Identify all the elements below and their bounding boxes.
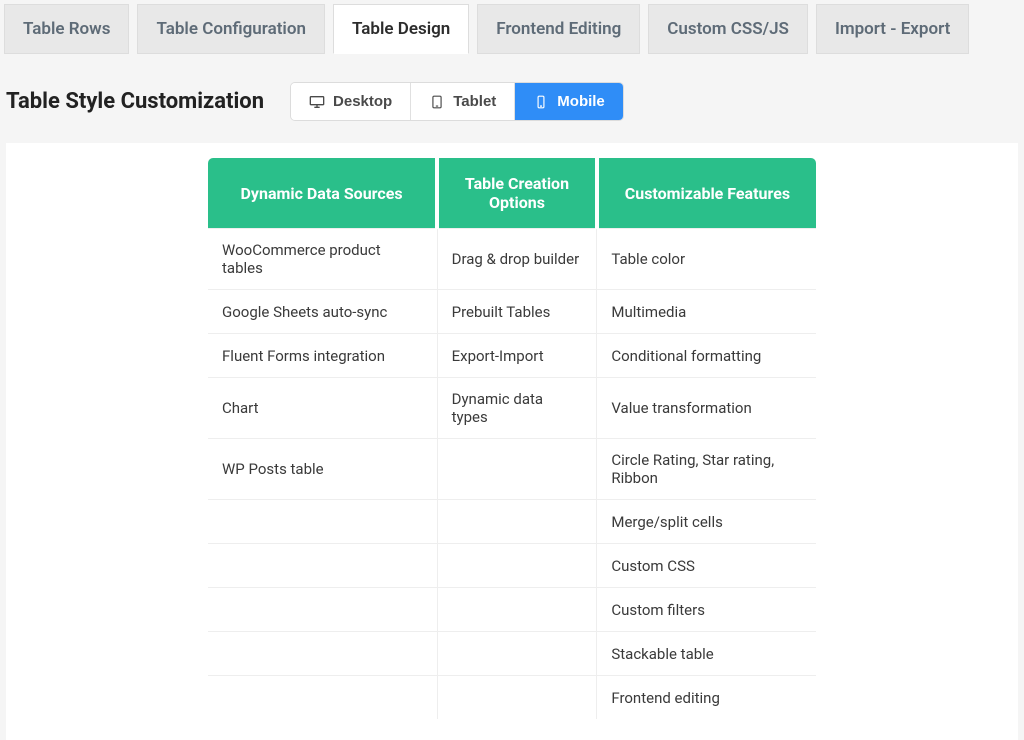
table-cell xyxy=(208,544,438,588)
device-tablet-button[interactable]: Tablet xyxy=(411,83,515,120)
device-label: Mobile xyxy=(557,93,605,110)
page-title: Table Style Customization xyxy=(6,89,264,114)
tab-table-rows[interactable]: Table Rows xyxy=(4,4,129,54)
table-row: Custom CSS xyxy=(208,544,817,588)
table-cell: Table color xyxy=(597,229,817,290)
table-header-row: Dynamic Data Sources Table Creation Opti… xyxy=(208,158,817,229)
device-label: Desktop xyxy=(333,93,392,110)
table-preview-panel: Dynamic Data Sources Table Creation Opti… xyxy=(6,143,1018,740)
table-cell: Conditional formatting xyxy=(597,334,817,378)
table-cell: Export-Import xyxy=(437,334,597,378)
table-cell xyxy=(437,500,597,544)
tab-table-design[interactable]: Table Design xyxy=(333,4,469,54)
table-row: Merge/split cells xyxy=(208,500,817,544)
table-cell: Custom filters xyxy=(597,588,817,632)
table-cell: Chart xyxy=(208,378,438,439)
table-cell: WP Posts table xyxy=(208,439,438,500)
device-toggle: Desktop Tablet Mobile xyxy=(290,82,624,121)
table-row: ChartDynamic data typesValue transformat… xyxy=(208,378,817,439)
table-cell: Fluent Forms integration xyxy=(208,334,438,378)
table-cell xyxy=(437,588,597,632)
tab-import-export[interactable]: Import - Export xyxy=(816,4,969,54)
table-cell: Drag & drop builder xyxy=(437,229,597,290)
table-cell xyxy=(437,544,597,588)
table-cell: Prebuilt Tables xyxy=(437,290,597,334)
table-cell: Multimedia xyxy=(597,290,817,334)
table-row: Stackable table xyxy=(208,632,817,676)
table-cell: Stackable table xyxy=(597,632,817,676)
device-label: Tablet xyxy=(453,93,496,110)
table-cell xyxy=(437,676,597,720)
table-row: Custom filters xyxy=(208,588,817,632)
table-cell: Custom CSS xyxy=(597,544,817,588)
table-cell: WooCommerce product tables xyxy=(208,229,438,290)
table-cell xyxy=(208,632,438,676)
heading-row: Table Style Customization Desktop Tablet xyxy=(6,82,1018,143)
table-cell xyxy=(437,632,597,676)
table-header-cell: Customizable Features xyxy=(597,158,817,229)
tab-custom-css-js[interactable]: Custom CSS/JS xyxy=(648,4,808,54)
desktop-icon xyxy=(309,95,325,109)
table-cell: Google Sheets auto-sync xyxy=(208,290,438,334)
tablet-icon xyxy=(429,95,445,109)
device-desktop-button[interactable]: Desktop xyxy=(291,83,411,120)
table-cell: Value transformation xyxy=(597,378,817,439)
mobile-icon xyxy=(533,95,549,109)
tab-table-configuration[interactable]: Table Configuration xyxy=(137,4,325,54)
page-body: Table Style Customization Desktop Tablet xyxy=(0,54,1024,740)
device-mobile-button[interactable]: Mobile xyxy=(515,83,623,120)
table-cell: Merge/split cells xyxy=(597,500,817,544)
table-cell xyxy=(208,676,438,720)
table-row: Fluent Forms integrationExport-ImportCon… xyxy=(208,334,817,378)
tabs-bar: Table Rows Table Configuration Table Des… xyxy=(0,0,1024,54)
table-row: Google Sheets auto-syncPrebuilt TablesMu… xyxy=(208,290,817,334)
table-cell xyxy=(208,588,438,632)
table-header-cell: Dynamic Data Sources xyxy=(208,158,438,229)
table-row: WooCommerce product tablesDrag & drop bu… xyxy=(208,229,817,290)
tab-frontend-editing[interactable]: Frontend Editing xyxy=(477,4,640,54)
features-table: Dynamic Data Sources Table Creation Opti… xyxy=(207,157,817,720)
table-cell xyxy=(208,500,438,544)
table-body: WooCommerce product tablesDrag & drop bu… xyxy=(208,229,817,720)
table-header-cell: Table Creation Options xyxy=(437,158,597,229)
table-cell: Dynamic data types xyxy=(437,378,597,439)
table-row: WP Posts table Circle Rating, Star rating… xyxy=(208,439,817,500)
table-cell: Frontend editing xyxy=(597,676,817,720)
table-cell xyxy=(437,439,597,500)
table-cell: Circle Rating, Star rating, Ribbon xyxy=(597,439,817,500)
table-row: Frontend editing xyxy=(208,676,817,720)
